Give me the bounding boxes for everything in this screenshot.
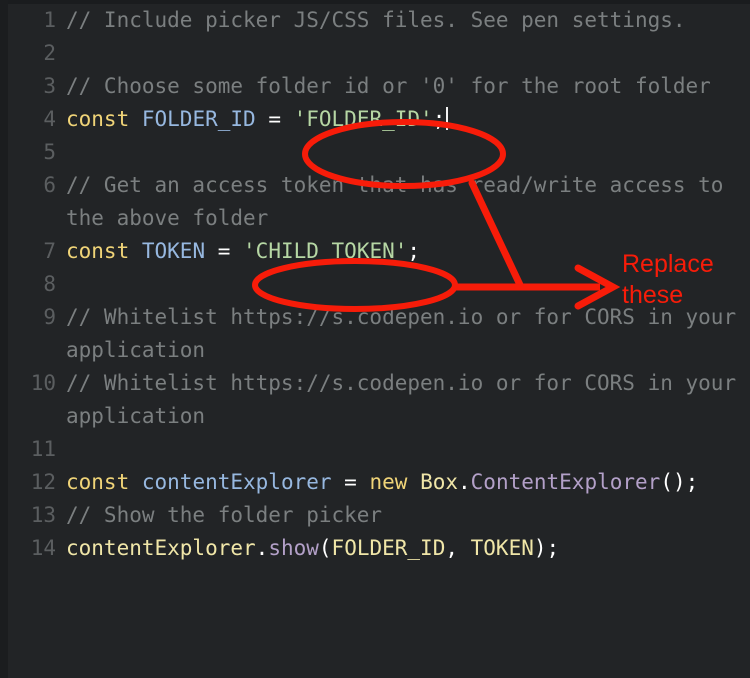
- token-comment: // Get an access token that has read/wri…: [66, 173, 737, 230]
- token-method: show: [268, 536, 319, 560]
- code-line[interactable]: 13 // Show the folder picker: [0, 499, 750, 532]
- line-number: 11: [30, 437, 56, 461]
- token-keyword: const: [66, 239, 130, 263]
- text-cursor: [446, 107, 449, 130]
- token-var: TOKEN: [141, 239, 206, 263]
- token-punct: ();: [660, 470, 699, 494]
- token-keyword: new: [369, 470, 408, 494]
- token-string: 'FOLDER_ID': [293, 107, 433, 131]
- code-line-content[interactable]: contentExplorer.show(FOLDER_ID, TOKEN);: [66, 532, 750, 565]
- line-number: 2: [43, 41, 56, 65]
- line-number: 3: [43, 74, 56, 98]
- token-comment: // Choose some folder id or '0' for the …: [66, 74, 711, 98]
- line-number: 8: [43, 272, 56, 296]
- token-ident: Box: [420, 470, 458, 494]
- code-line[interactable]: 10 // Whitelist https://s.codepen.io or f…: [0, 367, 750, 433]
- token-punct: .: [458, 470, 471, 494]
- code-line-content[interactable]: // Get an access token that has read/wri…: [66, 169, 750, 235]
- code-line-content[interactable]: [66, 433, 750, 466]
- token-var: contentExplorer: [141, 470, 332, 494]
- token-plain: =: [205, 239, 244, 263]
- token-punct: );: [533, 536, 560, 560]
- line-number: 12: [30, 470, 56, 494]
- code-line[interactable]: 4 const FOLDER_ID = 'FOLDER_ID';: [0, 103, 750, 136]
- token-punct: (: [318, 536, 332, 560]
- code-line-content[interactable]: // Show the folder picker: [66, 499, 750, 532]
- line-number: 6: [43, 173, 56, 197]
- code-line[interactable]: 2: [0, 37, 750, 70]
- line-number: 4: [43, 107, 56, 131]
- replace-these-line-2: these: [622, 281, 684, 309]
- code-line[interactable]: 14 contentExplorer.show(FOLDER_ID, TOKEN)…: [0, 532, 750, 565]
- token-plain: =: [331, 470, 370, 494]
- code-line-content[interactable]: // Include picker JS/CSS files. See pen …: [66, 4, 750, 37]
- token-punct: ,: [445, 536, 471, 560]
- code-line-content[interactable]: // Choose some folder id or '0' for the …: [66, 70, 750, 103]
- code-line-content[interactable]: [66, 37, 750, 70]
- line-number: 1: [43, 8, 56, 32]
- line-number: 5: [43, 140, 56, 164]
- token-keyword: const: [66, 107, 130, 131]
- code-line-content[interactable]: const contentExplorer = new Box.ContentE…: [66, 466, 750, 499]
- token-ident: FOLDER_ID: [331, 536, 446, 560]
- line-number: 13: [30, 503, 56, 527]
- token-ident: TOKEN: [470, 536, 534, 560]
- token-var: FOLDER_ID: [141, 107, 256, 131]
- replace-these-line-1: Replace: [622, 250, 714, 278]
- token-comment: // Whitelist https://s.codepen.io or for…: [66, 371, 749, 428]
- token-method: ContentExplorer: [470, 470, 661, 494]
- code-line[interactable]: 1 // Include picker JS/CSS files. See pen…: [0, 4, 750, 37]
- replace-these-annotation-label: Replace these: [622, 249, 714, 311]
- code-line[interactable]: 3 // Choose some folder id or '0' for the…: [0, 70, 750, 103]
- line-number: 10: [30, 371, 56, 395]
- token-plain: =: [255, 107, 294, 131]
- token-comment: // Whitelist https://s.codepen.io or for…: [66, 305, 749, 362]
- token-ident: contentExplorer: [66, 536, 256, 560]
- code-line[interactable]: 6 // Get an access token that has read/wr…: [0, 169, 750, 235]
- code-editor-screenshot: 1 // Include picker JS/CSS files. See pen…: [0, 0, 750, 678]
- token-punct: ;: [407, 239, 421, 263]
- code-line-content[interactable]: // Whitelist https://s.codepen.io or for…: [66, 367, 750, 433]
- token-punct: ;: [432, 107, 446, 131]
- code-line[interactable]: 5: [0, 136, 750, 169]
- code-line-content[interactable]: const FOLDER_ID = 'FOLDER_ID';: [66, 103, 750, 136]
- token-comment: // Show the folder picker: [66, 503, 383, 527]
- token-comment: // Include picker JS/CSS files. See pen …: [66, 8, 686, 32]
- code-line[interactable]: 12 const contentExplorer = new Box.Conten…: [0, 466, 750, 499]
- token-string: 'CHILD_TOKEN': [243, 239, 408, 263]
- token-punct: .: [255, 536, 269, 560]
- line-number: 9: [43, 305, 56, 329]
- line-number: 7: [43, 239, 56, 263]
- code-line[interactable]: 11: [0, 433, 750, 466]
- token-keyword: const: [66, 470, 130, 494]
- code-line-content[interactable]: [66, 136, 750, 169]
- line-number: 14: [30, 536, 56, 560]
